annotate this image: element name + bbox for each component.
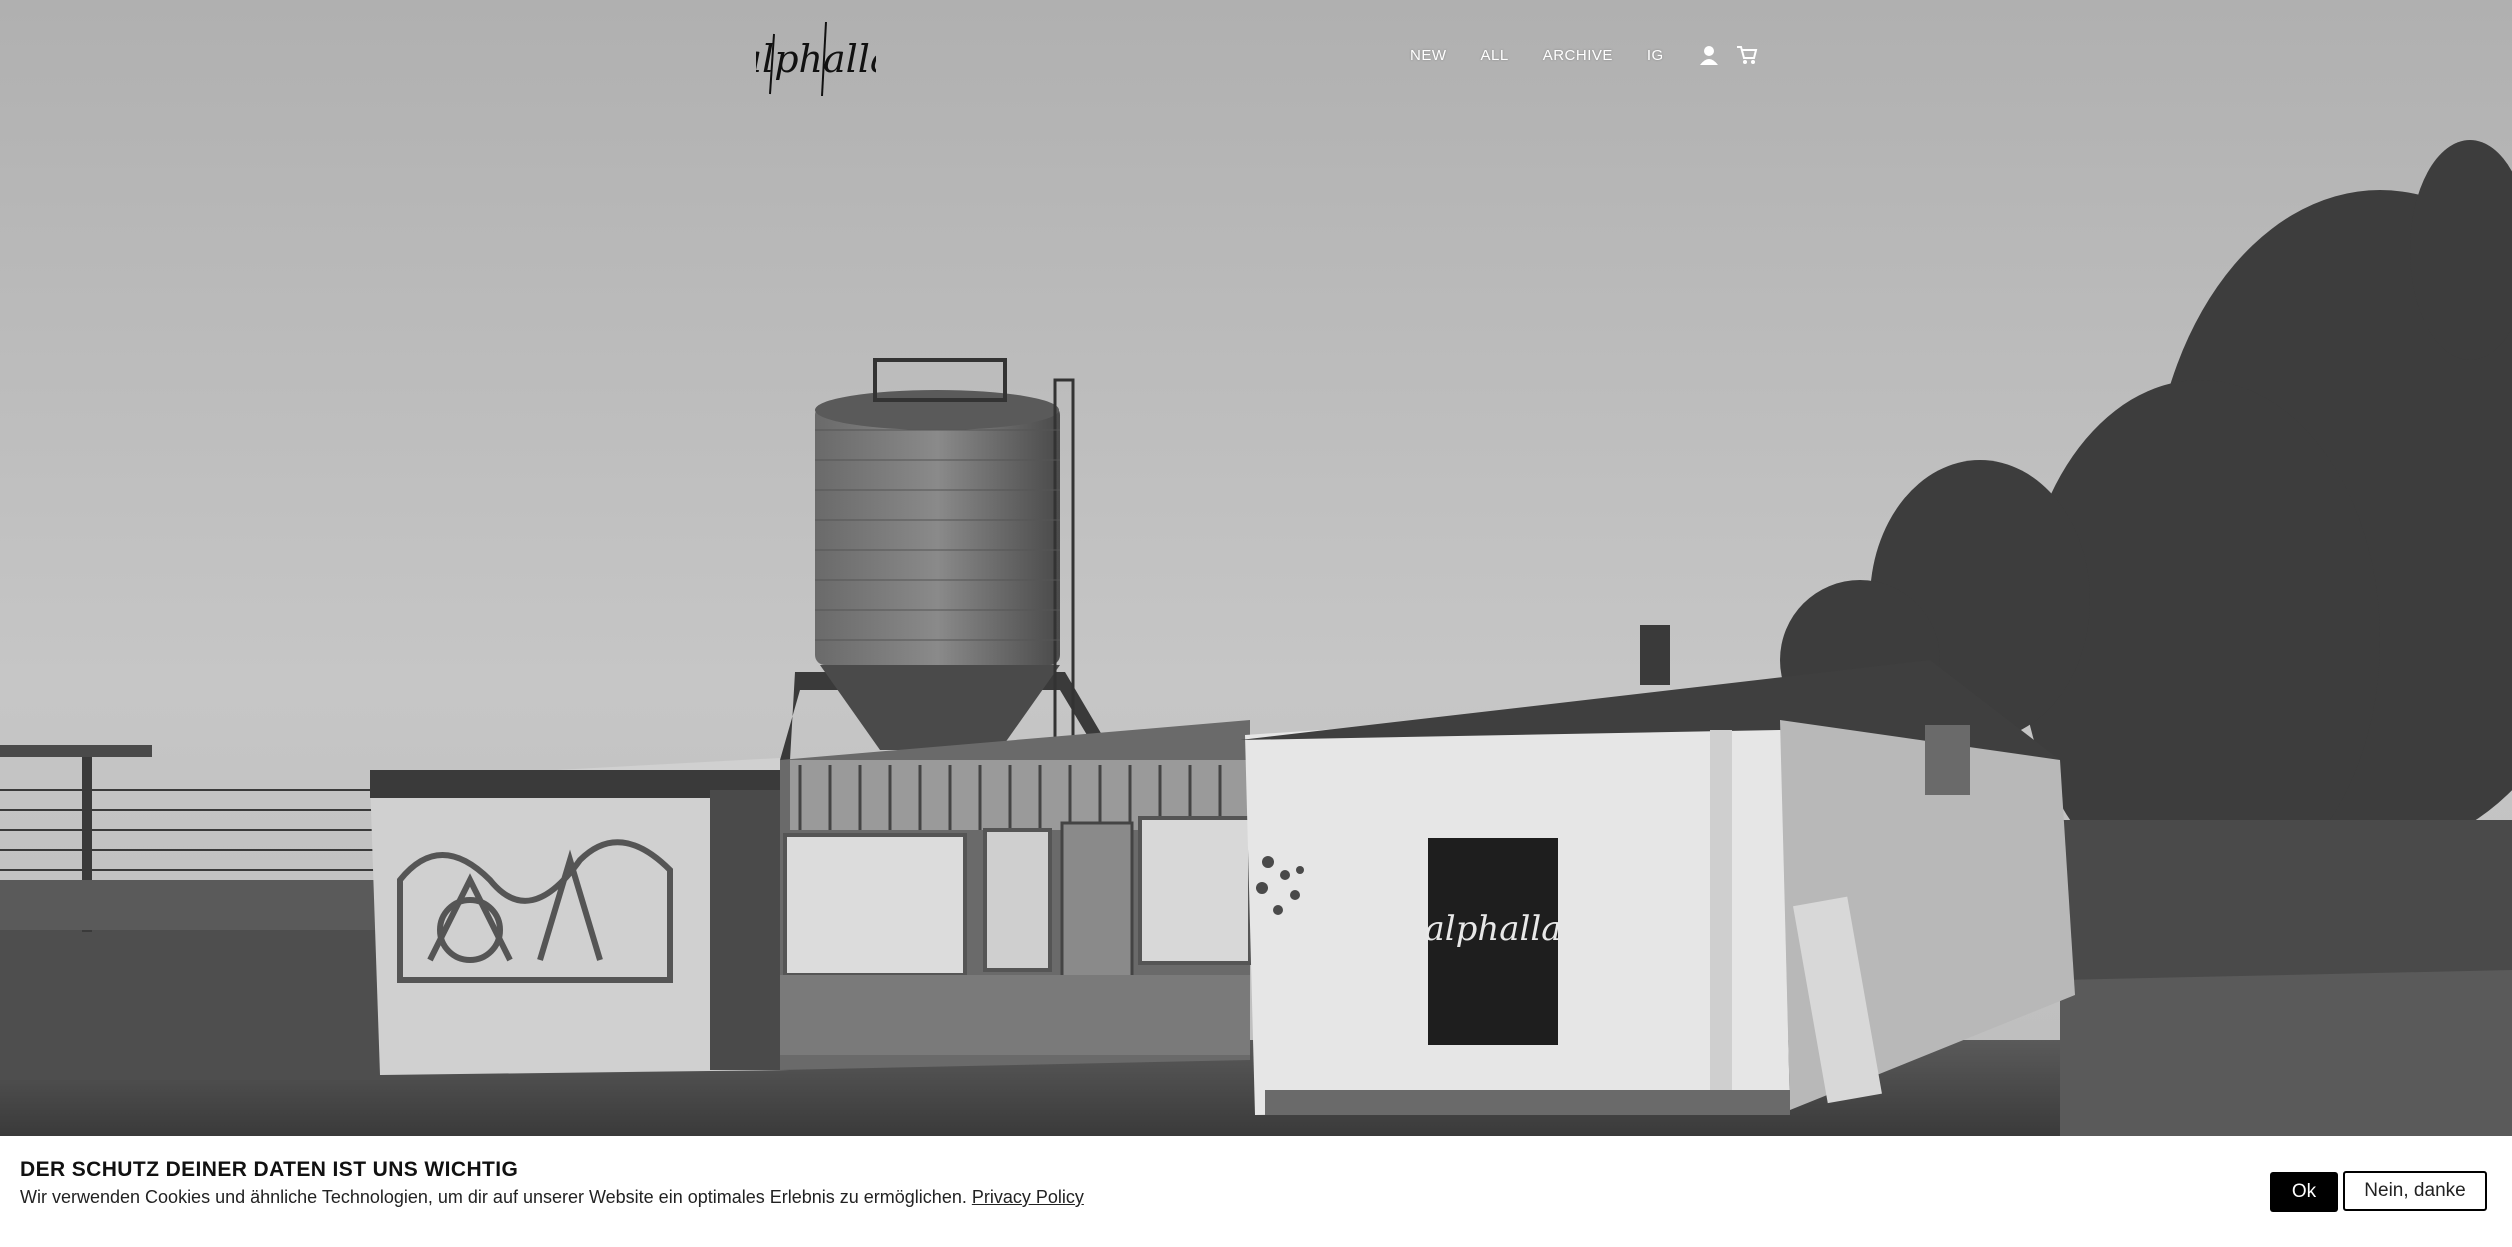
hero-photo: alphalla xyxy=(0,0,2512,1136)
nav-archive[interactable]: ARCHIVE xyxy=(1543,47,1613,64)
hero-image: alphalla xyxy=(0,0,2512,1136)
cookie-title: DER SCHUTZ DEINER DATEN IST UNS WICHTIG xyxy=(20,1158,519,1181)
nav-ig[interactable]: IG xyxy=(1647,47,1664,64)
main-nav: NEW ALL ARCHIVE IG xyxy=(1410,40,1774,70)
logo-mark: alphalla xyxy=(739,21,893,97)
cart-icon[interactable] xyxy=(1736,44,1758,66)
poster-logo-text: alphalla xyxy=(1424,909,1561,949)
cookie-banner: DER SCHUTZ DEINER DATEN IST UNS WICHTIG … xyxy=(0,1136,2512,1247)
nav-all[interactable]: ALL xyxy=(1481,47,1509,64)
account-icon[interactable] xyxy=(1698,44,1720,66)
nav-new[interactable]: NEW xyxy=(1410,47,1447,64)
privacy-policy-link[interactable]: Privacy Policy xyxy=(972,1187,1084,1207)
cookie-ok-button[interactable]: Ok xyxy=(2270,1172,2338,1212)
cookie-decline-button[interactable]: Nein, danke xyxy=(2343,1171,2487,1211)
cookie-message: Wir verwenden Cookies und ähnliche Techn… xyxy=(20,1187,972,1207)
cookie-text: Wir verwenden Cookies und ähnliche Techn… xyxy=(20,1187,1084,1208)
brand-logo[interactable]: alphalla xyxy=(739,14,893,100)
site-header: alphalla NEW ALL ARCHIVE IG xyxy=(0,0,2512,110)
